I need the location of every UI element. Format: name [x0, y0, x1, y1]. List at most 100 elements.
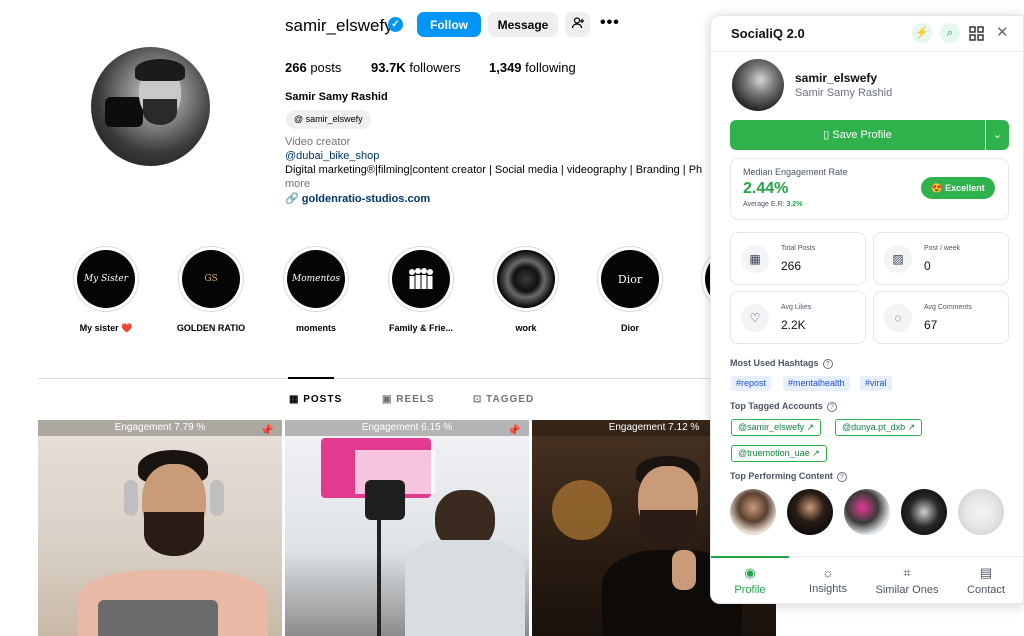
nav-similar-ones-label: Similar Ones [875, 584, 939, 596]
highlight-item[interactable]: work [493, 246, 559, 333]
reels-icon: ▣ [382, 394, 393, 405]
highlight-item[interactable]: GS GOLDEN RATIO [177, 246, 245, 333]
add-user-icon [571, 17, 584, 29]
message-button[interactable]: Message [488, 12, 558, 37]
profile-username: samir_elswefy [285, 16, 393, 35]
highlight-item[interactable]: My Sister My sister ❤️ [73, 246, 139, 333]
nav-profile[interactable]: ◉ Profile [711, 556, 789, 605]
following-count: 1,349 [489, 60, 522, 75]
nav-insights-label: Insights [809, 583, 847, 595]
grid-menu-icon[interactable] [969, 26, 984, 44]
engagement-rate-card: Median Engagement Rate 2.44% Average E.R… [730, 158, 1009, 220]
highlight-label: Family & Frie... [388, 323, 454, 333]
top-content-thumbnail[interactable] [958, 489, 1004, 535]
bio-more-link[interactable]: more [285, 178, 310, 190]
socialiq-panel: SocialiQ 2.0 ⚡ ⌕ ✕ samir_elswefy Samir S… [710, 15, 1024, 604]
top-content-thumbnail[interactable] [844, 489, 890, 535]
stat-label: Total Posts [781, 245, 816, 252]
website-link[interactable]: 🔗 goldenratio-studios.com [285, 192, 430, 205]
pin-icon: 📌 [507, 425, 521, 437]
tagged-account-link[interactable]: @dunya.pt_dxb ↗ [835, 419, 923, 436]
post-thumbnail[interactable]: Engagement 7.79 % 📌 [38, 420, 282, 636]
tab-tagged[interactable]: ⊡ TAGGED [473, 394, 534, 405]
save-dropdown-button[interactable]: ⌄ [986, 120, 1009, 150]
tab-tagged-label: TAGGED [486, 394, 535, 405]
nav-insights[interactable]: ☼ Insights [789, 557, 867, 605]
nav-contact[interactable]: ▤ Contact [947, 557, 1024, 605]
panel-header: SocialiQ 2.0 ⚡ ⌕ ✕ [711, 16, 1023, 52]
post-engagement-label: Engagement 6.15 % [285, 420, 529, 436]
top-content-thumbnail[interactable] [730, 489, 776, 535]
threads-handle: samir_elswefy [305, 114, 363, 124]
top-content-thumbnail[interactable] [787, 489, 833, 535]
highlight-item[interactable]: Family & Frie... [388, 246, 454, 333]
contact-card-icon: ▤ [979, 565, 993, 580]
tab-posts-label: POSTS [303, 394, 343, 405]
posts-count: 266 [285, 60, 307, 75]
tagged-account-link[interactable]: @samir_elswefy ↗ [731, 419, 822, 436]
stat-value: 0 [924, 259, 931, 273]
panel-title: SocialiQ 2.0 [731, 26, 805, 41]
post-thumbnail[interactable]: Engagement 6.15 % 📌 [285, 420, 529, 636]
nav-similar-ones[interactable]: ⌗ Similar Ones [868, 557, 946, 605]
panel-username: samir_elswefy [795, 71, 878, 85]
top-content-title: Top Performing Content? [730, 471, 847, 482]
verified-badge-icon: ✓ [388, 17, 403, 32]
tab-reels[interactable]: ▣ REELS [382, 394, 435, 405]
average-er-value: 3.2% [786, 201, 803, 208]
average-er-label: Average E.R: [743, 201, 785, 208]
top-content-thumbnail[interactable] [901, 489, 947, 535]
hashtag-chip[interactable]: #repost [731, 376, 772, 391]
average-er: Average E.R: 3.2% [743, 201, 802, 208]
tagged-accounts-title: Top Tagged Accounts? [730, 401, 837, 412]
add-user-button[interactable] [565, 12, 590, 37]
followers-stat[interactable]: 93.7K followers [371, 60, 461, 75]
save-icon: ▯ [823, 129, 830, 141]
save-profile-label: Save Profile [832, 129, 892, 141]
followers-count: 93.7K [371, 60, 406, 75]
bio-text: Digital marketing®|filming|content creat… [285, 164, 703, 176]
posts-count-stat: 266 posts [285, 60, 341, 75]
tab-posts[interactable]: ▦ POSTS [289, 394, 342, 405]
search-icon[interactable]: ⌕ [940, 23, 960, 43]
scan-user-icon: ⌗ [903, 565, 911, 580]
follow-button[interactable]: Follow [417, 12, 481, 37]
median-er-title: Median Engagement Rate [743, 167, 848, 177]
external-link-icon: ↗ [806, 422, 815, 432]
tagged-title-text: Top Tagged Accounts [730, 401, 823, 411]
following-label: following [525, 60, 576, 75]
profile-icon: ◉ [744, 565, 756, 580]
tagged-account-link[interactable]: @truemotion_uae ↗ [731, 445, 827, 462]
calendar-icon: ▦ [741, 245, 769, 273]
hashtag-chip[interactable]: #mentalhealth [783, 376, 850, 391]
save-profile-button[interactable]: ▯ Save Profile [730, 120, 985, 150]
stat-label: Post / week [924, 245, 961, 252]
profile-full-name: Samir Samy Rashid [285, 91, 388, 103]
info-icon[interactable]: ? [836, 472, 847, 482]
lightbulb-icon: ☼ [822, 565, 834, 580]
stat-card-posts-per-week: ▨ Post / week 0 [873, 232, 1009, 285]
hashtags-title-text: Most Used Hashtags [730, 358, 819, 368]
close-icon[interactable]: ✕ [996, 23, 1009, 41]
profile-avatar[interactable] [91, 47, 210, 166]
tagged-account-name: @dunya.pt_dxb [842, 422, 906, 432]
stat-value: 67 [924, 318, 938, 332]
highlight-cover: GS [182, 250, 240, 308]
lightning-icon[interactable]: ⚡ [912, 23, 932, 43]
family-silhouette-icon [409, 268, 433, 289]
tagged-icon: ⊡ [473, 394, 483, 405]
more-options-button[interactable]: ••• [600, 14, 620, 32]
highlight-item[interactable]: Dior Dior [597, 246, 663, 333]
rating-badge: 😍 Excellent [921, 177, 995, 199]
highlight-label: GOLDEN RATIO [176, 323, 246, 333]
following-stat[interactable]: 1,349 following [489, 60, 576, 75]
info-icon[interactable]: ? [826, 402, 837, 412]
threads-link[interactable]: @ samir_elswefy [286, 110, 371, 129]
bio-mention-link[interactable]: @dubai_bike_shop [285, 150, 379, 162]
hashtag-chip[interactable]: #viral [860, 376, 892, 391]
median-er-value: 2.44% [743, 180, 789, 197]
panel-bottom-nav: ◉ Profile ☼ Insights ⌗ Similar Ones ▤ Co… [711, 556, 1023, 604]
highlight-item[interactable]: Momentos moments [283, 246, 349, 333]
tabs-divider [38, 378, 774, 379]
info-icon[interactable]: ? [822, 359, 833, 369]
